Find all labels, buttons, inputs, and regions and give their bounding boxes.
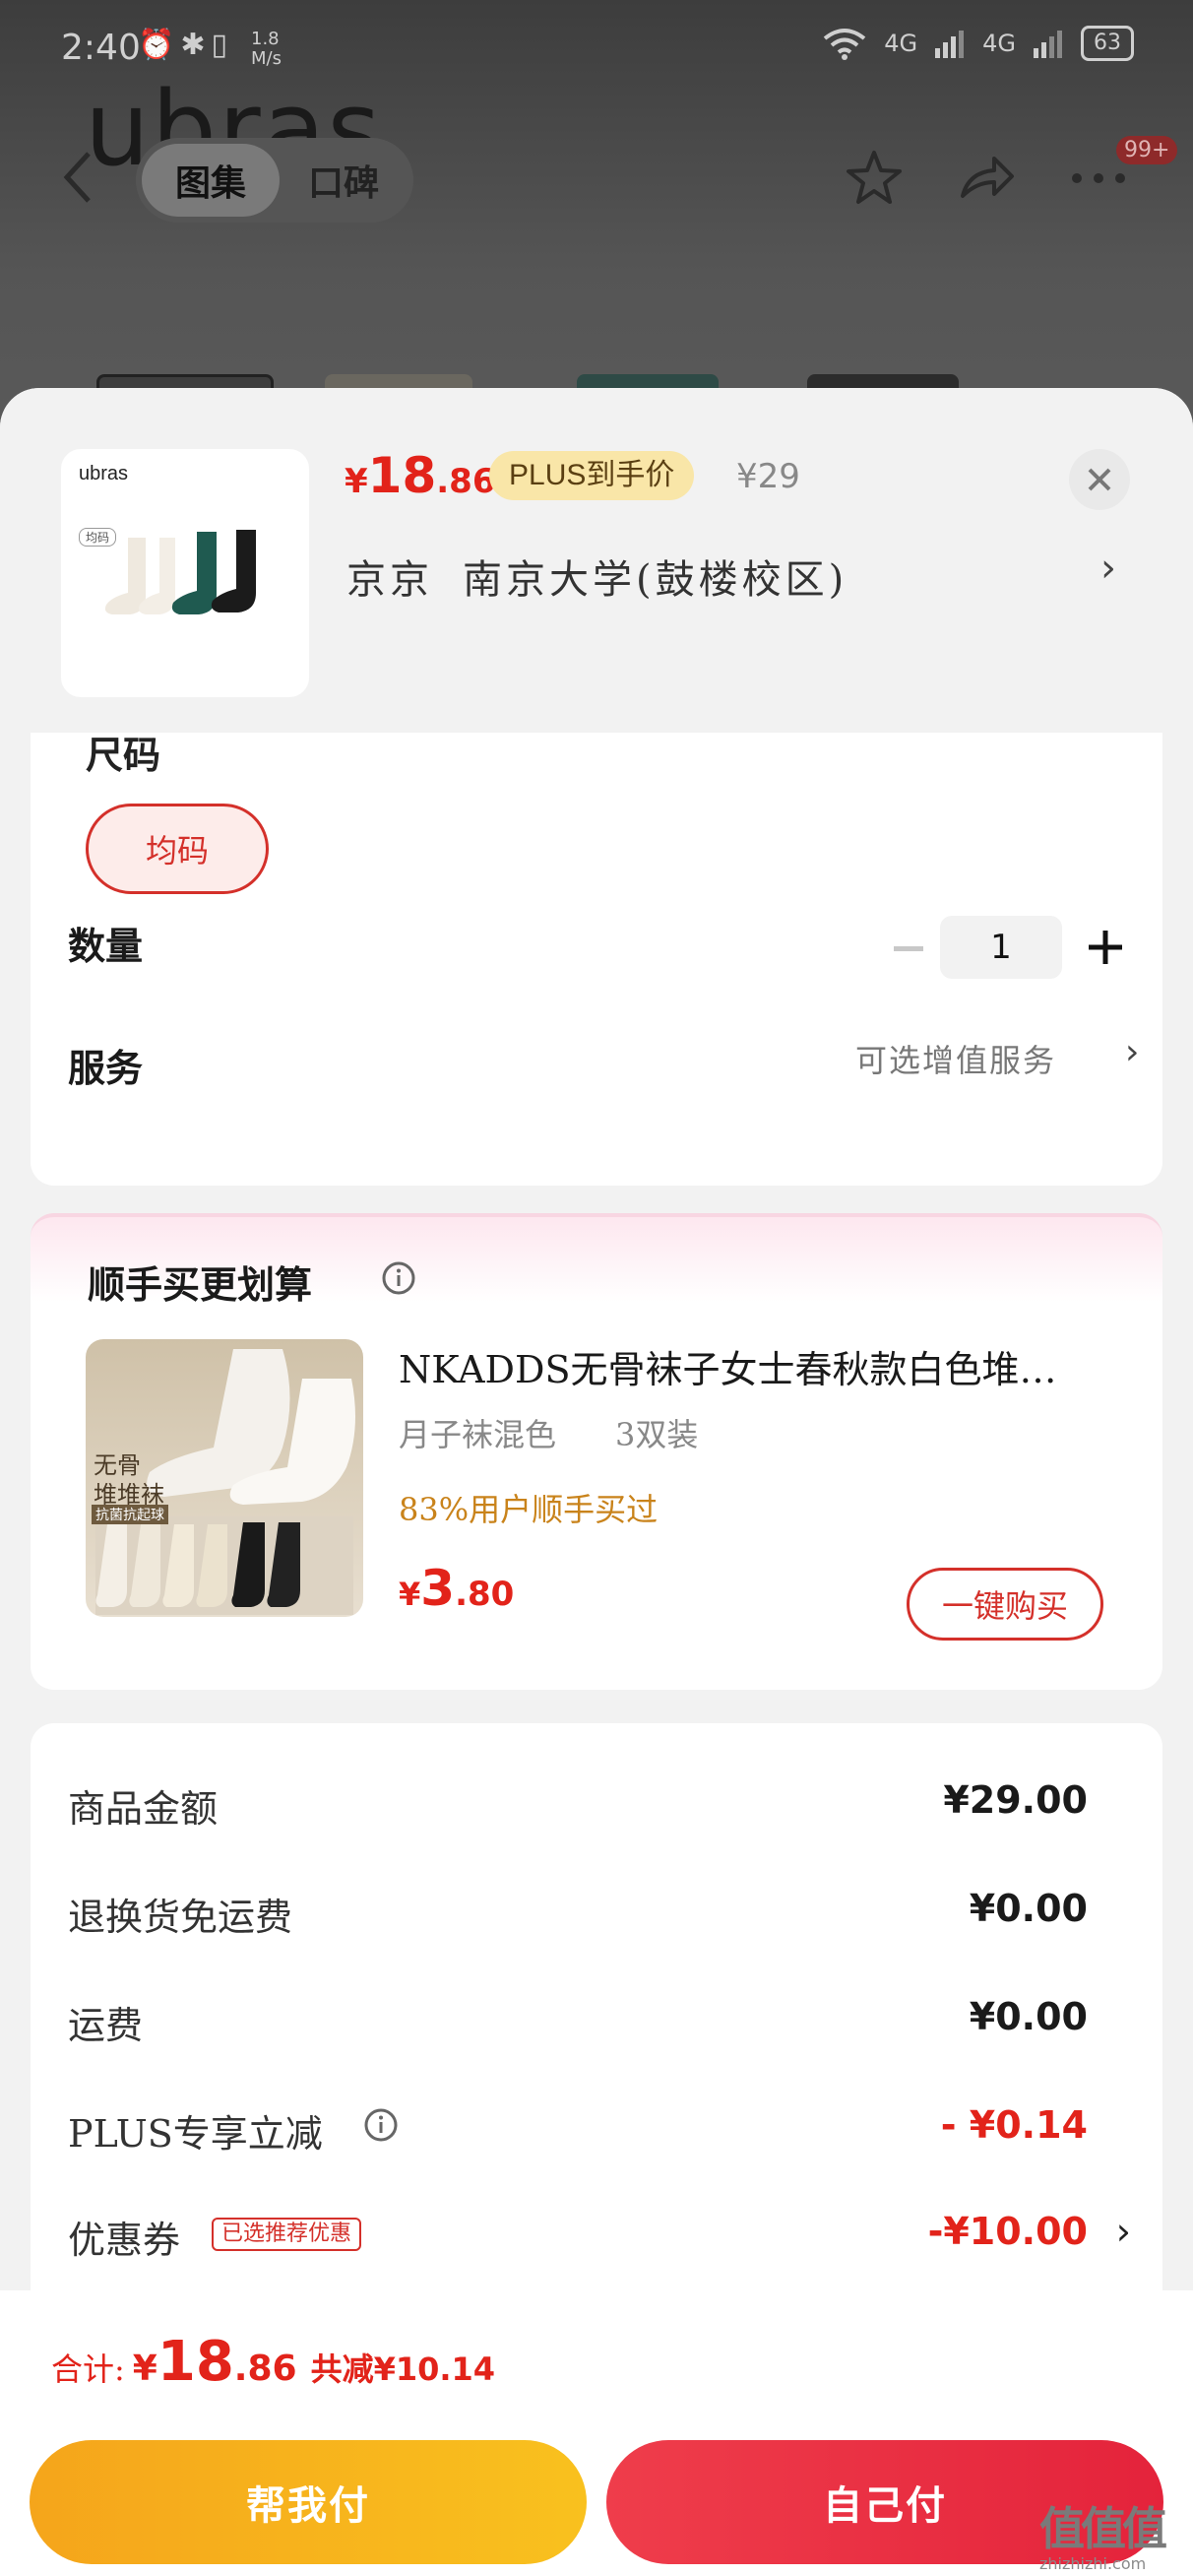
socks-illustration	[104, 530, 256, 614]
total-row-shipping: 运费 ¥0.00	[68, 1995, 1131, 2064]
total-row-plus-discount: PLUS专享立减 - ¥0.14	[68, 2103, 1131, 2172]
close-icon	[1088, 468, 1111, 491]
total-row-coupon[interactable]: 优惠券 已选推荐优惠 -¥10.00 ›	[68, 2210, 1131, 2279]
shipping-label: 运费	[68, 2004, 144, 2047]
total-integer: 18	[157, 2330, 234, 2394]
share-icon[interactable]	[951, 143, 1022, 214]
favorite-star-icon[interactable]	[839, 143, 910, 214]
coupon-recommended-tag: 已选推荐优惠	[212, 2218, 362, 2251]
bundle-spec-pack: 3双装	[615, 1416, 699, 1453]
bundle-buyers-stat: 83%用户顺手买过	[399, 1491, 659, 1528]
quantity-decrease-button[interactable]	[879, 920, 938, 979]
bundle-spec: 月子袜混色 3双装	[399, 1410, 698, 1455]
coupon-chevron-icon[interactable]: ›	[1116, 2210, 1131, 2253]
return-shipping-value: ¥0.00	[969, 1887, 1088, 1930]
info-icon[interactable]	[381, 1260, 416, 1296]
original-price: ¥29	[736, 457, 800, 496]
order-total: 合计: ¥ 18 .86 共减¥10.14	[51, 2330, 495, 2394]
coupon-value: -¥10.00	[927, 2210, 1088, 2253]
bundle-recommendation-card: 顺手买更划算 无骨 堆堆袜 抗菌抗起球 NKADDS无骨袜子女士春秋款白色堆… …	[31, 1213, 1162, 1690]
speed-unit: M/s	[251, 48, 282, 69]
total-saved: 共减¥10.14	[310, 2351, 496, 2388]
bundle-price-decimal: .80	[455, 1575, 515, 1614]
alarm-bluetooth-vibrate-icons: ⏰✱▯	[138, 28, 233, 62]
plus-icon	[1089, 931, 1122, 964]
product-thumbnail: ubras 均码	[61, 449, 309, 697]
signal-4g-1: 4G	[884, 30, 918, 57]
price-decimal: .86	[436, 462, 496, 501]
speed-value: 1.8	[251, 29, 280, 49]
address-city: 京京	[346, 557, 433, 603]
quantity-increase-button[interactable]	[1074, 916, 1137, 979]
options-card: 尺码 均码 数量 1 服务 可选增值服务 ›	[31, 733, 1162, 1186]
quantity-value[interactable]: 1	[940, 916, 1062, 979]
goods-amount-label: 商品金额	[68, 1787, 219, 1831]
plus-price-badge: PLUS到手价	[489, 451, 695, 500]
status-right-group: 4G 4G 63	[823, 26, 1134, 61]
shipping-value: ¥0.00	[969, 1995, 1088, 2038]
bundle-price-integer: 3	[420, 1560, 456, 1617]
goods-amount-value: ¥29.00	[943, 1778, 1088, 1822]
gallery-review-switch: 图集 口碑	[136, 138, 413, 223]
address-chevron-icon[interactable]: ›	[1100, 546, 1116, 591]
sheet-price: ¥18.86	[345, 447, 496, 504]
coupon-label: 优惠券	[68, 2219, 181, 2262]
message-count-badge: 99+	[1116, 136, 1178, 164]
signal-bars-icon	[935, 31, 965, 58]
sheet-header: ubras 均码 ¥18.86 PLUS到手价 ¥29 京京 南京大学(鼓楼校区)…	[0, 388, 1193, 733]
wifi-icon	[824, 29, 866, 60]
total-row-return-shipping: 退换货免运费 ¥0.00	[68, 1887, 1131, 1956]
battery-icon: 63	[1081, 26, 1134, 61]
bundle-price-currency: ¥	[399, 1576, 421, 1613]
delivery-address[interactable]: 京京 南京大学(鼓楼校区)	[346, 547, 848, 605]
price-currency: ¥	[345, 462, 368, 501]
network-speed: 1.8 M/s	[251, 30, 282, 69]
total-decimal: .86	[233, 2349, 297, 2389]
watermark-logo: 值值值	[1039, 2502, 1167, 2555]
service-hint[interactable]: 可选增值服务	[855, 1036, 1056, 1081]
order-totals-card: 商品金额 ¥29.00 退换货免运费 ¥0.00 运费 ¥0.00 PLUS专享…	[31, 1723, 1162, 2334]
back-icon[interactable]	[57, 148, 96, 207]
product-page-backdrop: 2:40 ⏰✱▯ 1.8 M/s 4G 4G 63 ubras 图集 口碑 99…	[0, 0, 1193, 453]
total-label: 合计:	[51, 2351, 125, 2388]
purchase-bottom-sheet: ubras 均码 ¥18.86 PLUS到手价 ¥29 京京 南京大学(鼓楼校区)…	[0, 388, 1193, 2576]
signal-4g-2: 4G	[982, 30, 1016, 57]
thumbnail-brand: ubras	[79, 463, 129, 484]
plus-discount-info-icon[interactable]	[363, 2107, 399, 2143]
service-chevron-icon[interactable]: ›	[1125, 1032, 1139, 1072]
one-click-buy-button[interactable]: 一键购买	[907, 1568, 1103, 1641]
site-watermark: 值值值 zhizhizhi.com	[1039, 2493, 1187, 2573]
bundle-title: 顺手买更划算	[88, 1263, 313, 1307]
total-row-goods: 商品金额 ¥29.00	[68, 1778, 1131, 1847]
service-label: 服务	[68, 1046, 144, 1090]
checkout-bar: 合计: ¥ 18 .86 共减¥10.14 帮我付 自己付	[0, 2290, 1193, 2576]
tab-reviews[interactable]: 口碑	[280, 144, 408, 217]
return-shipping-label: 退换货免运费	[68, 1896, 293, 1939]
signal-bars-icon-2	[1034, 31, 1062, 58]
quantity-label: 数量	[68, 924, 144, 968]
total-currency: ¥	[132, 2349, 157, 2389]
help-me-pay-button[interactable]: 帮我付	[30, 2440, 587, 2564]
size-option-one-size[interactable]: 均码	[86, 804, 269, 894]
plus-discount-value: - ¥0.14	[940, 2103, 1088, 2147]
close-button[interactable]	[1069, 449, 1130, 510]
minus-icon	[894, 946, 923, 951]
tab-gallery[interactable]: 图集	[142, 144, 280, 217]
watermark-url: zhizhizhi.com	[1039, 2554, 1147, 2573]
status-time: 2:40	[61, 28, 141, 68]
bundle-spec-color: 月子袜混色	[399, 1416, 557, 1453]
price-integer: 18	[367, 447, 437, 504]
bundle-product-image[interactable]: 无骨 堆堆袜 抗菌抗起球	[86, 1339, 363, 1617]
bundle-image-text-3: 抗菌抗起球	[92, 1505, 168, 1524]
bundle-product-name[interactable]: NKADDS无骨袜子女士春秋款白色堆…	[399, 1339, 1117, 1393]
address-detail: 南京大学(鼓楼校区)	[463, 557, 848, 603]
bundle-price: ¥3.80	[399, 1560, 514, 1617]
plus-discount-label: PLUS专享立减	[68, 2112, 323, 2156]
size-title: 尺码	[86, 734, 161, 777]
